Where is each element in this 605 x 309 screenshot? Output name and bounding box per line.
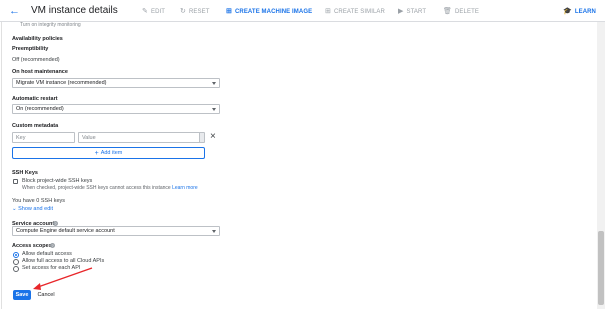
- reset-icon: ↻: [180, 8, 186, 15]
- radio-full-access-label: Allow full access to all Cloud APIs: [22, 258, 105, 264]
- learn-button[interactable]: 🎓 LEARN: [563, 7, 596, 16]
- delete-button[interactable]: 🗑 DELETE: [443, 7, 479, 16]
- auto-restart-label: Automatic restart: [12, 96, 58, 102]
- scrollbar-thumb[interactable]: [598, 231, 604, 305]
- create-machine-image-button[interactable]: ⊞ CREATE MACHINE IMAGE: [226, 7, 312, 16]
- help-icon[interactable]: ?: [50, 243, 55, 248]
- auto-restart-select[interactable]: On (recommended): [12, 104, 220, 114]
- ssh-keys-heading: SSH Keys: [12, 170, 38, 176]
- radio-default-access[interactable]: [13, 252, 19, 258]
- back-arrow-icon[interactable]: ←: [9, 6, 21, 17]
- add-box-icon: ⊞: [226, 8, 232, 15]
- radio-each-api[interactable]: [13, 266, 19, 272]
- radio-each-api-label: Set access for each API: [22, 265, 81, 271]
- block-ssh-label: Block project-wide SSH keys: [22, 178, 93, 184]
- preemptibility-value: Off (recommended): [12, 57, 60, 63]
- block-ssh-description: When checked, project-wide SSH keys cann…: [22, 185, 198, 191]
- host-maintenance-label: On host maintenance: [12, 69, 68, 75]
- reset-button[interactable]: ↻ RESET: [180, 7, 209, 16]
- plus-icon: +: [94, 149, 99, 157]
- create-similar-button[interactable]: ⊞ CREATE SIMILAR: [325, 7, 385, 16]
- learn-more-link[interactable]: Learn more: [172, 185, 198, 191]
- edit-button[interactable]: ✎ EDIT: [142, 7, 165, 16]
- dropdown-caret-icon: [212, 108, 216, 111]
- metadata-value-input[interactable]: Value: [78, 132, 205, 143]
- custom-metadata-heading: Custom metadata: [12, 123, 59, 129]
- page-title: VM instance details: [31, 5, 118, 16]
- school-icon: 🎓: [563, 8, 572, 15]
- dropdown-caret-icon: [212, 230, 216, 233]
- ssh-key-count: You have 0 SSH keys: [12, 198, 65, 204]
- radio-full-access[interactable]: [13, 259, 19, 265]
- dropdown-caret-icon: [212, 82, 216, 85]
- service-account-select[interactable]: Compute Engine default service account: [12, 226, 220, 236]
- remove-item-close-icon[interactable]: ×: [210, 131, 216, 143]
- pencil-icon: ✎: [142, 8, 148, 15]
- left-divider: [1, 22, 2, 309]
- cancel-button[interactable]: Cancel: [35, 290, 57, 300]
- add-box-icon: ⊞: [325, 8, 331, 15]
- trash-icon: 🗑: [443, 8, 452, 15]
- preemptibility-label: Preemptibility: [12, 46, 49, 52]
- show-edit-link[interactable]: ⌄ Show and edit: [12, 206, 53, 212]
- add-item-button[interactable]: + Add item: [12, 147, 205, 159]
- radio-default-access-label: Allow default access: [22, 251, 72, 257]
- availability-heading: Availability policies: [12, 36, 63, 42]
- expand-chevron-icon: ⌄: [12, 206, 17, 212]
- start-button[interactable]: ▶ START: [398, 7, 426, 16]
- integrity-monitoring-label: Turn on integrity monitoring: [20, 22, 81, 28]
- toolbar: ← VM instance details ✎ EDIT ↻ RESET ⊞ C…: [0, 0, 605, 22]
- save-button[interactable]: Save: [13, 290, 31, 300]
- block-ssh-checkbox[interactable]: [13, 179, 18, 184]
- access-scopes-label: Access scopes: [12, 243, 52, 249]
- metadata-key-input[interactable]: Key: [12, 132, 75, 143]
- textarea-resize-handle[interactable]: [199, 133, 204, 142]
- host-maintenance-select[interactable]: Migrate VM instance (recommended): [12, 78, 220, 88]
- play-icon: ▶: [398, 8, 404, 15]
